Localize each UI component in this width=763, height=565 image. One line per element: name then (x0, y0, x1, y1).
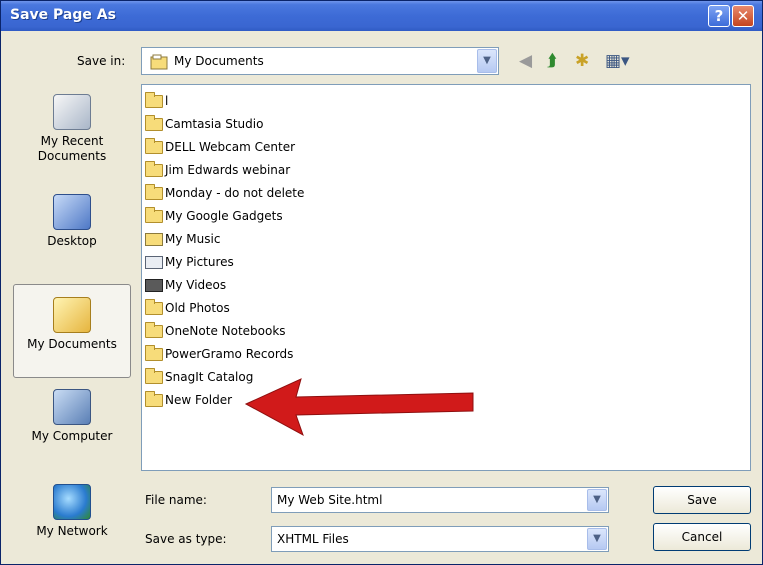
folder-icon (145, 390, 163, 407)
folder-icon (145, 321, 163, 338)
list-item[interactable]: Jim Edwards webinar (145, 159, 290, 181)
videos-folder-icon (145, 278, 163, 292)
folder-icon (145, 298, 163, 315)
red-arrow-annotation (244, 378, 474, 437)
file-name-value[interactable]: My Web Site.html (277, 493, 382, 507)
folder-icon (145, 137, 163, 154)
help-button[interactable]: ? (708, 5, 730, 27)
file-name-field[interactable]: My Web Site.html ▼ (271, 487, 609, 513)
save-button[interactable]: Save (653, 486, 751, 514)
folder-icon (145, 91, 163, 108)
dialog-title: Save Page As (10, 7, 116, 23)
computer-icon (53, 389, 91, 425)
list-item[interactable]: My Pictures (145, 251, 234, 273)
place-label: Desktop (47, 234, 97, 248)
save-page-as-dialog: Save Page As ? ✕ Save in: My Documents ▼… (0, 0, 763, 565)
network-icon (53, 484, 91, 520)
back-icon[interactable]: ◀ (519, 51, 532, 71)
save-as-type-label: Save as type: (145, 532, 227, 546)
folder-icon (145, 206, 163, 223)
save-as-type-dropdown[interactable]: XHTML Files ▼ (271, 526, 609, 552)
place-my-computer[interactable]: My Computer (13, 389, 131, 444)
up-folder-icon[interactable]: ⮭ (547, 51, 557, 71)
close-button[interactable]: ✕ (732, 5, 754, 27)
list-item[interactable]: New Folder (145, 389, 232, 411)
place-label: My Documents (27, 337, 117, 351)
folder-icon (145, 114, 163, 131)
title-bar[interactable]: Save Page As ? ✕ (1, 1, 762, 31)
place-my-recent-documents[interactable]: My Recent Documents (13, 94, 131, 164)
place-my-network[interactable]: My Network (13, 484, 131, 539)
arrow-shape (244, 378, 474, 437)
save-as-type-value: XHTML Files (277, 532, 349, 546)
my-documents-small-icon (150, 54, 168, 73)
my-documents-icon (53, 297, 91, 333)
place-my-documents[interactable]: My Documents (13, 284, 131, 378)
chevron-down-icon[interactable]: ▼ (477, 49, 497, 73)
navigation-toolbar: ◀ ⮭ ✱ ▦▾ (519, 51, 649, 75)
list-item[interactable]: l (145, 90, 168, 112)
place-label: My Recent Documents (37, 134, 107, 163)
list-item[interactable]: My Videos (145, 274, 226, 296)
list-item[interactable]: SnagIt Catalog (145, 366, 253, 388)
list-item[interactable]: DELL Webcam Center (145, 136, 295, 158)
file-name-label: File name: (145, 493, 207, 507)
place-desktop[interactable]: Desktop (13, 194, 131, 249)
save-in-label: Save in: (77, 54, 126, 68)
folder-icon (145, 183, 163, 200)
new-folder-icon[interactable]: ✱ (575, 51, 589, 71)
list-item[interactable]: OneNote Notebooks (145, 320, 286, 342)
list-item[interactable]: My Google Gadgets (145, 205, 283, 227)
cancel-button[interactable]: Cancel (653, 523, 751, 551)
place-label: My Network (36, 524, 108, 538)
folder-icon (145, 367, 163, 384)
list-item[interactable]: PowerGramo Records (145, 343, 293, 365)
list-item[interactable]: Old Photos (145, 297, 230, 319)
chevron-down-icon[interactable]: ▼ (587, 528, 607, 550)
recent-documents-icon (53, 94, 91, 130)
save-in-dropdown[interactable]: My Documents ▼ (141, 47, 499, 75)
places-bar: My Recent Documents Desktop My Documents… (13, 84, 131, 554)
list-item[interactable]: Camtasia Studio (145, 113, 263, 135)
list-item[interactable]: My Music (145, 228, 220, 250)
list-item[interactable]: Monday - do not delete (145, 182, 304, 204)
pictures-folder-icon (145, 255, 163, 269)
save-in-value: My Documents (174, 54, 264, 68)
chevron-down-icon[interactable]: ▼ (587, 489, 607, 511)
folder-icon (145, 344, 163, 361)
views-menu-icon[interactable]: ▦▾ (605, 51, 630, 71)
desktop-icon (53, 194, 91, 230)
place-label: My Computer (31, 429, 113, 443)
music-folder-icon (145, 232, 163, 246)
folder-icon (145, 160, 163, 177)
